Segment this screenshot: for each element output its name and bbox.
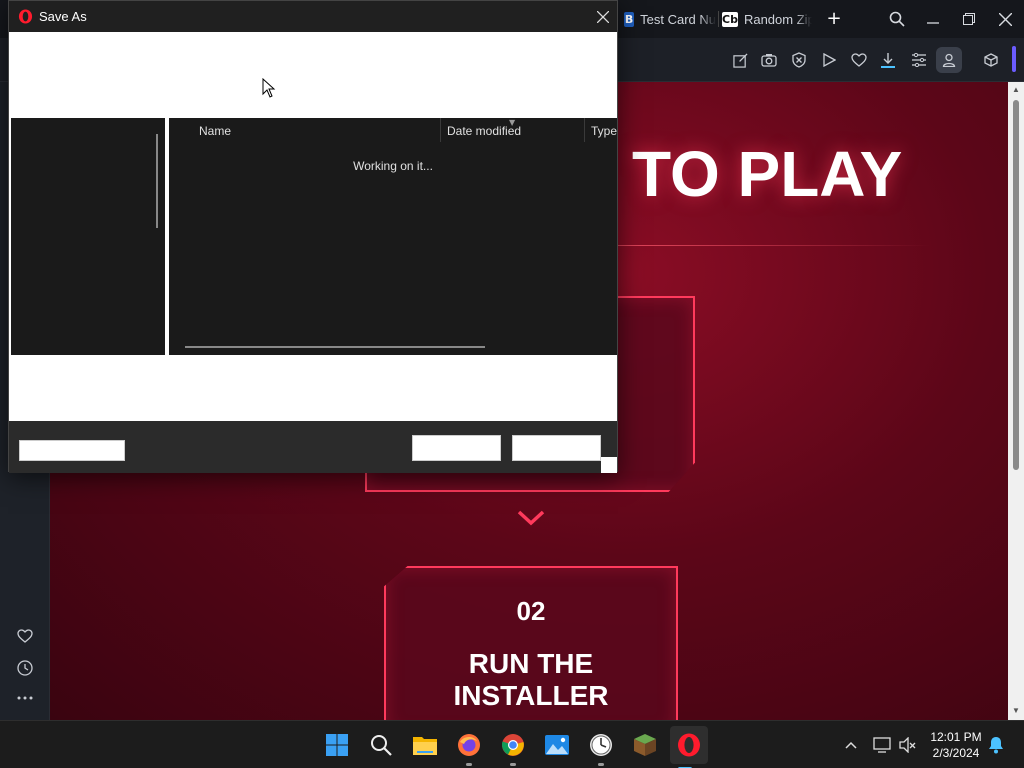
start-windows-icon[interactable] [322, 730, 352, 760]
page-scrollbar[interactable]: ▲ ▼ [1008, 82, 1024, 720]
minimize-icon[interactable] [920, 6, 946, 32]
search-icon[interactable] [366, 730, 396, 760]
tab-divider [718, 11, 719, 27]
file-list-hscrollbar[interactable] [185, 346, 485, 348]
easy-setup-icon[interactable] [909, 50, 929, 70]
search-tabs-icon[interactable] [884, 6, 910, 32]
dialog-filename-area [9, 355, 617, 421]
minecraft-icon[interactable] [630, 730, 660, 760]
b-favicon-icon: B [624, 11, 635, 27]
taskbar: 12:01 PM 2/3/2024 [0, 720, 1024, 768]
show-hidden-icons-chevron-icon[interactable] [841, 735, 861, 755]
scroll-up-icon[interactable]: ▲ [1011, 85, 1021, 95]
save-button[interactable] [412, 435, 501, 461]
step-card-2[interactable]: 02 RUN THE INSTALLER [384, 566, 678, 720]
file-explorer-icon[interactable] [410, 730, 440, 760]
clock-date: 2/3/2024 [932, 746, 980, 760]
notification-bell-icon[interactable] [986, 735, 1006, 755]
step-title-line2: INSTALLER [453, 680, 609, 711]
column-header-date-modified[interactable]: Date modified [447, 124, 521, 138]
column-header-type[interactable]: Type [591, 124, 617, 138]
tab-test-card[interactable]: B Test Card Nu [624, 6, 716, 32]
volume-muted-icon[interactable] [898, 735, 918, 755]
more-options-icon[interactable] [13, 686, 37, 710]
desktop: B Test Card Nu Cb Random Zip + TO PLAY 0… [0, 0, 1024, 768]
restore-icon[interactable] [956, 6, 982, 32]
dialog-button-bar [9, 421, 617, 473]
navigation-pane[interactable] [11, 118, 165, 355]
hide-folders-button[interactable] [19, 440, 125, 461]
file-list-pane[interactable]: Name ▼ Date modified Type Working on it.… [169, 118, 617, 355]
scrollbar-thumb[interactable] [1013, 100, 1019, 470]
opera-taskbar-icon[interactable] [670, 726, 708, 768]
scroll-down-icon[interactable]: ▼ [1011, 706, 1021, 716]
dialog-titlebar: Save As [9, 1, 617, 32]
hero-title: TO PLAY [632, 138, 903, 210]
history-clock-icon[interactable] [13, 656, 37, 680]
pinboard-heart-icon[interactable] [13, 624, 37, 648]
resize-grip[interactable] [601, 457, 617, 473]
edit-icon[interactable] [730, 50, 750, 70]
play-icon[interactable] [819, 50, 839, 70]
step-title-line1: RUN THE [468, 648, 594, 679]
column-separator [440, 118, 441, 142]
adblock-shield-icon[interactable] [789, 50, 809, 70]
heart-icon[interactable] [849, 50, 869, 70]
column-separator [584, 118, 585, 142]
chrome-icon[interactable] [498, 730, 528, 766]
profile-icon[interactable] [936, 47, 962, 73]
camera-icon[interactable] [759, 50, 779, 70]
cb-favicon-icon: Cb [722, 11, 738, 27]
chevron-down-icon [516, 508, 546, 528]
download-icon[interactable] [878, 50, 898, 70]
photos-icon[interactable] [542, 730, 572, 760]
dialog-close-icon[interactable] [593, 7, 613, 27]
system-clock[interactable]: 12:01 PM 2/3/2024 [920, 729, 992, 761]
opera-logo-icon [18, 9, 33, 24]
close-window-icon[interactable] [992, 6, 1018, 32]
extensions-cube-icon[interactable] [981, 50, 1001, 70]
dialog-title: Save As [39, 9, 87, 24]
clock-app-icon[interactable] [586, 730, 616, 766]
cancel-button[interactable] [512, 435, 601, 461]
column-header-name[interactable]: Name [199, 124, 231, 138]
clock-time: 12:01 PM [930, 730, 982, 744]
step-number: 02 [516, 596, 546, 626]
mouse-cursor-icon [262, 77, 276, 98]
sidebar-accent-indicator [1012, 46, 1016, 72]
firefox-icon[interactable] [454, 730, 484, 766]
tab-random-zip[interactable]: Cb Random Zip [722, 6, 812, 32]
display-icon[interactable] [872, 735, 892, 755]
new-tab-button[interactable]: + [824, 9, 844, 29]
navigation-pane-scrollbar[interactable] [156, 134, 158, 228]
dialog-address-area [9, 32, 617, 118]
loading-status: Working on it... [353, 159, 433, 173]
save-as-dialog: Save As Name ▼ Date modified Type Workin… [8, 0, 618, 473]
